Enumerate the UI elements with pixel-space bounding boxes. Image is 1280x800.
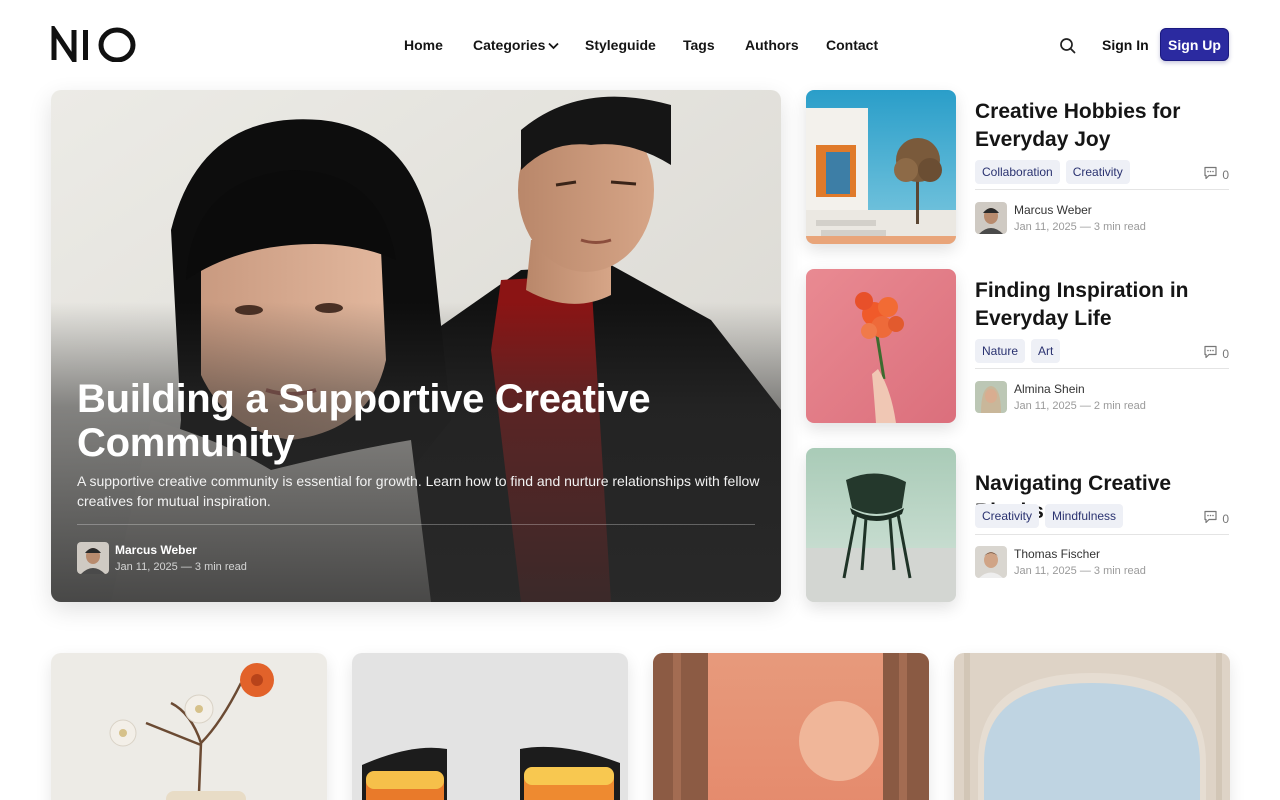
post-title[interactable]: Creative Hobbies for Everyday Joy	[975, 98, 1229, 154]
post-card: Navigating Creative Blocks Creativity Mi…	[806, 448, 1229, 602]
post-card-image[interactable]	[954, 653, 1230, 800]
main-nav: Home Categories Styleguide Tags Authors …	[404, 37, 878, 53]
nav-contact-label: Contact	[826, 37, 879, 53]
post-card-image[interactable]	[653, 653, 929, 800]
post-thumbnail[interactable]	[806, 448, 956, 602]
tag-creativity[interactable]: Creativity	[1065, 160, 1130, 184]
nav-contact[interactable]: Contact	[826, 37, 878, 53]
nav-categories[interactable]: Categories	[473, 37, 585, 53]
post-tags: Creativity Mindfulness	[975, 504, 1124, 528]
nav-tags-label: Tags	[683, 37, 715, 53]
post-card-image[interactable]	[352, 653, 628, 800]
sign-in-link[interactable]: Sign In	[1102, 37, 1149, 53]
author-avatar[interactable]	[975, 202, 1007, 234]
tag-art[interactable]: Art	[1031, 339, 1061, 363]
post-card: Finding Inspiration in Everyday Life Nat…	[806, 269, 1229, 423]
post-tags: Nature Art	[975, 339, 1061, 363]
nav-home[interactable]: Home	[404, 37, 473, 53]
post-thumbnail[interactable]	[806, 90, 956, 244]
divider	[975, 534, 1229, 535]
comment-count[interactable]: 0	[1203, 345, 1229, 362]
author-avatar[interactable]	[77, 542, 109, 574]
comment-count[interactable]: 0	[1203, 166, 1229, 183]
site-logo[interactable]	[51, 26, 137, 62]
tag-collaboration[interactable]: Collaboration	[975, 160, 1060, 184]
nav-categories-label: Categories	[473, 37, 546, 53]
nav-authors-label: Authors	[745, 37, 799, 53]
chevron-down-icon	[548, 37, 559, 53]
author-avatar[interactable]	[975, 381, 1007, 413]
post-meta: Jan 11, 2025 — 3 min read	[115, 561, 247, 573]
comment-icon	[1203, 345, 1218, 362]
nav-tags[interactable]: Tags	[683, 37, 745, 53]
nav-styleguide-label: Styleguide	[585, 37, 656, 53]
post-card-image[interactable]	[51, 653, 327, 800]
author-name[interactable]: Almina Shein	[1014, 382, 1085, 396]
search-icon[interactable]	[1058, 36, 1078, 56]
tag-mindfulness[interactable]: Mindfulness	[1045, 504, 1124, 528]
featured-post-card[interactable]: Building a Supportive Creative Community…	[51, 90, 781, 602]
tag-creativity[interactable]: Creativity	[975, 504, 1040, 528]
author-name[interactable]: Marcus Weber	[115, 543, 197, 557]
author-avatar[interactable]	[975, 546, 1007, 578]
sign-up-button[interactable]: Sign Up	[1160, 28, 1229, 61]
nav-home-label: Home	[404, 37, 443, 53]
author-name[interactable]: Marcus Weber	[1014, 203, 1092, 217]
comment-count-value: 0	[1222, 167, 1229, 182]
site-header: Home Categories Styleguide Tags Authors …	[0, 0, 1280, 90]
nav-authors[interactable]: Authors	[745, 37, 826, 53]
post-tags: Collaboration Creativity	[975, 160, 1130, 184]
featured-post-excerpt: A supportive creative community is essen…	[77, 473, 760, 509]
post-meta: Jan 11, 2025 — 3 min read	[1014, 221, 1146, 233]
post-meta: Jan 11, 2025 — 3 min read	[1014, 565, 1146, 577]
divider	[77, 524, 755, 525]
featured-post-title[interactable]: Building a Supportive Creative Community	[77, 377, 697, 465]
post-meta: Jan 11, 2025 — 2 min read	[1014, 400, 1146, 412]
post-card: Creative Hobbies for Everyday Joy Collab…	[806, 90, 1229, 244]
comment-count-value: 0	[1222, 511, 1229, 526]
tag-nature[interactable]: Nature	[975, 339, 1026, 363]
nav-styleguide[interactable]: Styleguide	[585, 37, 683, 53]
comment-count-value: 0	[1222, 346, 1229, 361]
post-title[interactable]: Finding Inspiration in Everyday Life	[975, 277, 1229, 333]
divider	[975, 368, 1229, 369]
comment-icon	[1203, 166, 1218, 183]
post-thumbnail[interactable]	[806, 269, 956, 423]
comment-icon	[1203, 510, 1218, 527]
comment-count[interactable]: 0	[1203, 510, 1229, 527]
divider	[975, 189, 1229, 190]
author-name[interactable]: Thomas Fischer	[1014, 547, 1100, 561]
